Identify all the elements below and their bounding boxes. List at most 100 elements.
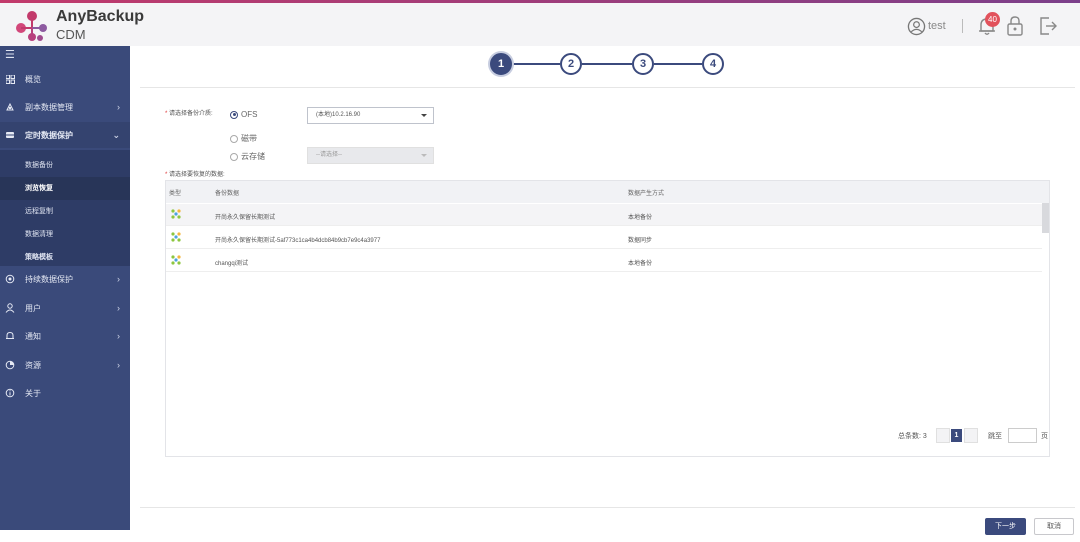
next-step-button[interactable]: 下一步 [985,518,1026,535]
sidebar-subitem-data-cleanup[interactable]: 数据清理 [0,223,130,246]
row-backup-name: changqi测试 [215,261,249,267]
sidebar-item-overview[interactable]: 概览 [0,66,130,92]
sidebar-subitem-browse-restore[interactable]: 浏览恢复 [0,177,130,200]
info-icon [4,387,16,399]
notification-count-badge: 40 [985,12,1000,27]
user-menu[interactable]: test [907,15,946,37]
radio-cloud-storage[interactable]: 云存储 [230,151,265,162]
restore-data-label-text: 请选择要恢复的数据: [169,172,225,178]
sidebar-item-label: 定时数据保护 [25,130,73,140]
user-icon [4,302,16,314]
sidebar-item-about[interactable]: 关于 [0,380,130,406]
sidebar-subitem-data-backup[interactable]: 数据备份 [0,154,130,177]
backup-data-table: 类型 备份数据 数据产生方式 开尚永久保留长期测试 本地备份 开尚永久保留长期测… [165,180,1050,457]
cloud-storage-select[interactable]: --请选择-- [307,147,434,164]
goto-label: 跳至 [988,433,1002,440]
step-connector [512,63,560,65]
step-2: 2 [560,53,582,75]
product-name: CDM [56,27,86,42]
backup-type-icon [171,232,181,242]
backup-type-icon [171,255,181,265]
total-count: 总条数: 3 [898,433,927,440]
cancel-button[interactable]: 取消 [1034,518,1074,535]
row-mode: 本地备份 [628,261,653,267]
radio-label: OFS [241,110,258,119]
row-backup-name: 开尚永久保留长期测试 [215,215,276,221]
table-header: 类型 备份数据 数据产生方式 [166,181,1049,203]
table-row[interactable]: 开尚永久保留长期测试 本地备份 [166,204,1042,226]
radio-unchecked-icon [230,134,238,143]
sidebar-item-label: 副本数据管理 [25,102,73,112]
goto-page-input[interactable] [1008,428,1037,443]
step-4: 4 [702,53,724,75]
sidebar-item-resources[interactable]: 资源 › [0,352,130,378]
row-mode: 数据同步 [628,238,653,244]
pagination: 总条数: 3 1 跳至 页 [898,428,1053,444]
user-name: test [928,20,946,32]
sidebar-item-notifications[interactable]: 通知 › [0,323,130,349]
sidebar-item-label: 用户 [25,303,41,313]
column-header-type: 类型 [169,191,182,197]
app-header: AnyBackup CDM test 40 [0,3,1080,46]
sidebar-item-copy-data[interactable]: 副本数据管理 › [0,94,130,120]
backup-medium-label-text: 请选择备份介质: [169,111,213,117]
current-page-button[interactable]: 1 [951,429,962,442]
sidebar-subitem-remote-replication[interactable]: 远程复制 [0,200,130,223]
ofs-server-select[interactable]: (本地)10.2.16.90 [307,107,434,124]
radio-checked-icon [230,110,238,119]
required-mark: * [165,111,168,117]
table-row[interactable]: changqi测试 本地备份 [166,250,1042,272]
sidebar-item-label: 资源 [25,360,41,370]
sidebar-item-users[interactable]: 用户 › [0,295,130,321]
sidebar-item-label: 关于 [25,388,41,398]
radio-tape[interactable]: 磁带 [230,133,257,144]
menu-toggle-icon[interactable]: ☰ [5,48,15,61]
brand-name: AnyBackup [56,8,145,25]
anybackup-logo-icon [16,11,47,41]
select-value: (本地)10.2.16.90 [316,112,361,118]
select-placeholder: --请选择-- [316,152,342,158]
copy-data-icon [4,101,16,113]
column-header-mode: 数据产生方式 [628,191,665,197]
sidebar-item-label: 概览 [25,74,41,84]
radio-label: 云存储 [241,152,265,161]
row-backup-name: 开尚永久保留长期测试-5af773c1ca4b4dcb84b9cb7e9c4a3… [215,238,381,244]
bell-icon [4,330,16,342]
caret-down-icon [421,114,427,117]
chevron-down-icon: ⌄ [112,130,120,140]
user-avatar-icon [907,17,926,35]
radio-ofs[interactable]: OFS [230,110,257,119]
page-unit-label: 页 [1041,433,1048,440]
header-divider [962,19,963,33]
sidebar-item-label: 持续数据保护 [25,274,73,284]
divider [140,507,1075,508]
radio-unchecked-icon [230,152,238,161]
chevron-right-icon: › [117,331,120,341]
chevron-right-icon: › [117,303,120,313]
chevron-right-icon: › [117,274,120,284]
step-connector [654,63,702,65]
sidebar-submenu: 数据备份 浏览恢复 远程复制 数据清理 策略模板 [0,150,130,266]
sidebar: ☰ 概览 副本数据管理 › 定时数据保护 ⌄ 数据备份 浏览恢复 远程复制 数据… [0,46,130,530]
backup-medium-label: * 请选择备份介质: [165,108,213,117]
column-header-backup-data: 备份数据 [215,191,240,197]
lock-icon[interactable] [1005,15,1025,37]
step-connector [582,63,632,65]
sidebar-item-continuous-protection[interactable]: 持续数据保护 › [0,266,130,292]
required-mark: * [165,172,168,178]
table-row[interactable]: 开尚永久保留长期测试-5af773c1ca4b4dcb84b9cb7e9c4a3… [166,227,1042,249]
backup-type-icon [171,209,181,219]
grid-icon [4,73,16,85]
sidebar-item-label: 通知 [25,331,41,341]
next-page-button[interactable] [964,428,978,443]
table-scrollbar[interactable] [1042,203,1049,233]
chevron-right-icon: › [117,102,120,112]
divider [140,87,1075,88]
sidebar-item-scheduled-protection[interactable]: 定时数据保护 ⌄ [0,122,130,148]
continuous-icon [4,273,16,285]
logout-icon[interactable] [1037,15,1059,37]
prev-page-button[interactable] [936,428,950,443]
backup-icon [4,129,16,141]
radio-label: 磁带 [241,134,257,143]
restore-data-label: * 请选择要恢复的数据: [165,169,225,178]
